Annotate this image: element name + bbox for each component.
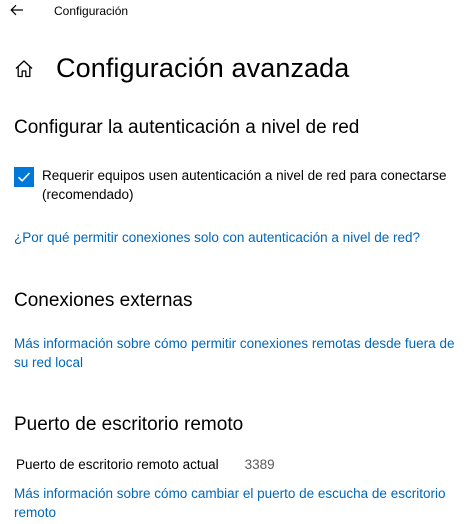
back-arrow-icon (10, 4, 23, 16)
nla-section-heading: Configurar la autenticación a nivel de r… (14, 117, 360, 138)
app-title: Configuración (54, 4, 129, 18)
home-icon[interactable] (14, 57, 36, 79)
page-header: Configuración avanzada (14, 48, 349, 88)
remote-port-label: Puerto de escritorio remoto actual (16, 457, 219, 472)
require-nla-checkbox-row[interactable]: Requerir equipos usen autenticación a ni… (14, 166, 464, 204)
external-connections-link[interactable]: Más información sobre cómo permitir cone… (14, 334, 464, 372)
remote-port-row: Puerto de escritorio remoto actual 3389 (16, 457, 275, 472)
remote-port-heading: Puerto de escritorio remoto (14, 414, 244, 435)
remote-port-value: 3389 (244, 457, 275, 472)
external-connections-heading: Conexiones externas (14, 290, 193, 311)
checkmark-icon (17, 172, 31, 182)
title-bar: Configuración (0, 0, 474, 22)
require-nla-checkbox-label: Requerir equipos usen autenticación a ni… (42, 168, 447, 202)
change-port-link[interactable]: Más información sobre cómo cambiar el pu… (14, 484, 464, 522)
nla-info-link[interactable]: ¿Por qué permitir conexiones solo con au… (14, 228, 464, 247)
require-nla-checkbox[interactable] (14, 167, 34, 187)
page-title: Configuración avanzada (56, 52, 350, 83)
back-button[interactable] (6, 0, 28, 20)
